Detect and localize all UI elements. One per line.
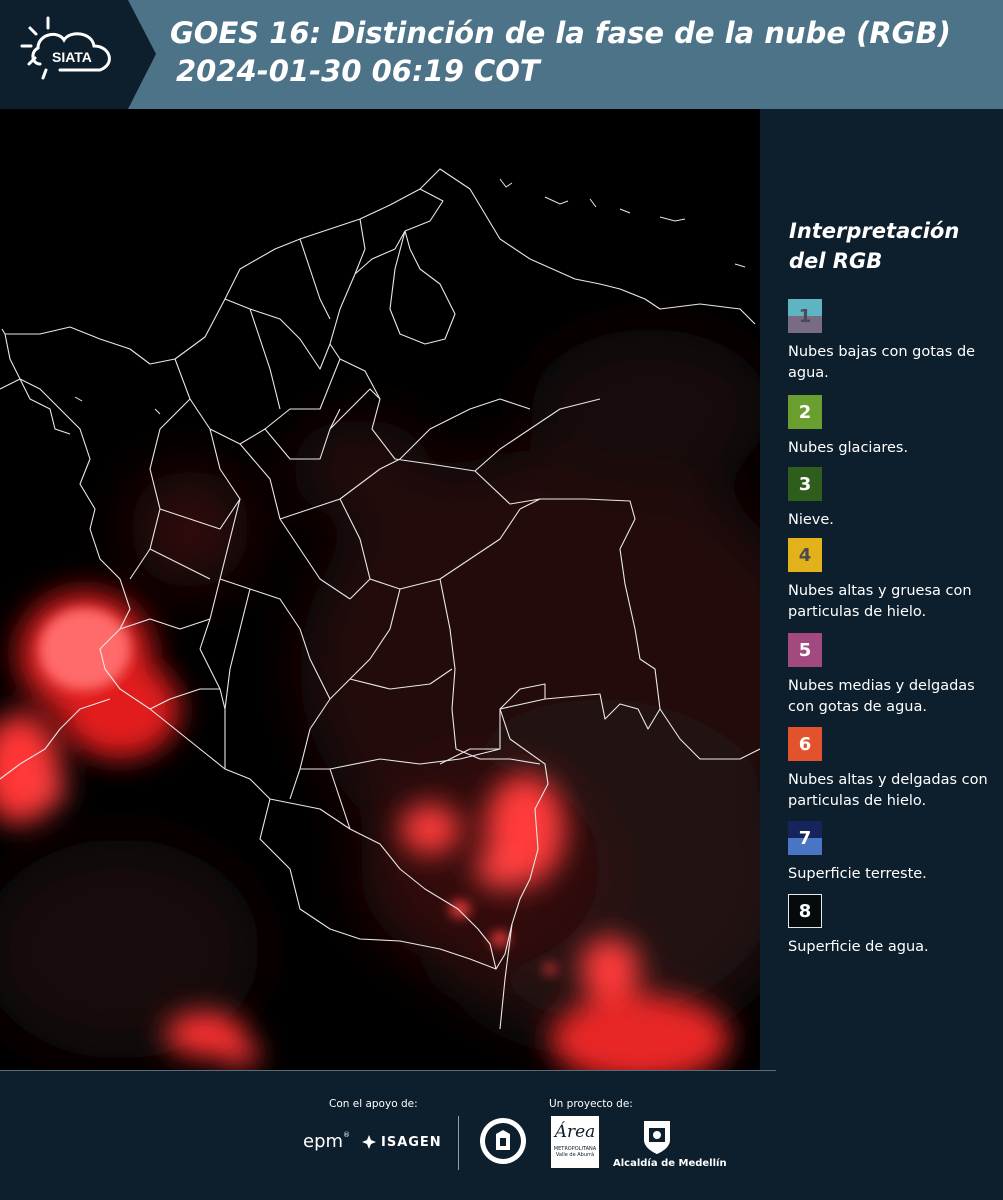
legend-number-1: 1 — [798, 305, 812, 327]
support-label: Con el apoyo de: — [329, 1098, 418, 1110]
footer-divider-line — [0, 1070, 776, 1071]
header-chevron — [120, 0, 156, 109]
legend-item-8: 8 Superficie de agua. — [788, 894, 998, 958]
legend-label-5: Nubes medias y delgadas con gotas de agu… — [788, 678, 975, 715]
legend-item-4: 4 Nubes altas y gruesa con particulas de… — [788, 538, 998, 623]
title-product: GOES 16: Distinción de la fase de la nub… — [170, 16, 951, 50]
area-metropolitana-logo: Área METROPOLITANA Valle de Aburrá — [551, 1116, 599, 1168]
legend-number-5: 5 — [798, 639, 812, 661]
siata-logo-text: SIATA — [52, 49, 92, 65]
legend-number-7: 7 — [798, 827, 812, 849]
title-datetime: 2024-01-30 06:19 COT — [176, 54, 540, 88]
legend-number-2: 2 — [798, 401, 812, 423]
isagen-logo: ISAGEN — [360, 1133, 442, 1151]
area-logo-text: Área — [554, 1122, 596, 1142]
legend-swatch-8: 8 — [788, 894, 822, 928]
legend-title: Interpretación del RGB — [789, 219, 960, 273]
alcaldia-logo-text: Alcaldía de Medellín — [613, 1158, 727, 1169]
legend-label-3: Nieve. — [788, 512, 834, 528]
alcaldia-shield-icon — [644, 1121, 670, 1154]
legend-panel: Interpretación del RGB 1 Nubes bajas con… — [760, 109, 1003, 1070]
legend-swatch-7: 7 — [788, 821, 822, 855]
legend-label-8: Superficie de agua. — [788, 939, 929, 955]
legend-item-2: 2 Nubes glaciares. — [788, 395, 998, 459]
project-label: Un proyecto de: — [549, 1098, 633, 1110]
legend-number-8: 8 — [798, 900, 812, 922]
footer-separator — [458, 1116, 459, 1170]
legend-number-4: 4 — [798, 544, 812, 566]
legend-label-4: Nubes altas y gruesa con particulas de h… — [788, 583, 972, 620]
satellite-map — [0, 109, 760, 1070]
legend-swatch-1: 1 — [788, 299, 822, 333]
legend-label-1: Nubes bajas con gotas de agua. — [788, 344, 976, 381]
legend-swatch-5: 5 — [788, 633, 822, 667]
area-logo-subtext: METROPOLITANA Valle de Aburrá — [553, 1146, 597, 1158]
epm-logo: epm® — [303, 1131, 351, 1152]
legend-item-7: 7 Superficie terreste. — [788, 821, 998, 885]
footer: Con el apoyo de: Un proyecto de: epm® IS… — [0, 1070, 1003, 1200]
legend-item-3: 3 Nieve. — [788, 467, 998, 531]
isagen-logo-text: ISAGEN — [381, 1134, 442, 1150]
university-seal-icon — [480, 1118, 526, 1164]
rgb-composite-image — [0, 109, 760, 1070]
siata-logo-panel: SIATA — [0, 0, 128, 109]
legend-item-6: 6 Nubes altas y delgadas con particulas … — [788, 727, 998, 812]
legend-label-2: Nubes glaciares. — [788, 440, 909, 456]
legend-swatch-2: 2 — [788, 395, 822, 429]
page-title: GOES 16: Distinción de la fase de la nub… — [170, 14, 951, 90]
legend-label-7: Superficie terreste. — [788, 866, 927, 882]
legend-label-6: Nubes altas y delgadas con particulas de… — [788, 772, 988, 809]
header-bar: SIATA GOES 16: Distinción de la fase de … — [0, 0, 1003, 109]
legend-number-3: 3 — [798, 473, 812, 495]
siata-logo: SIATA — [20, 16, 111, 80]
isagen-icon — [362, 1135, 376, 1149]
legend-swatch-3: 3 — [788, 467, 822, 501]
legend-swatch-4: 4 — [788, 538, 822, 572]
legend-item-5: 5 Nubes medias y delgadas con gotas de a… — [788, 633, 998, 718]
legend-swatch-6: 6 — [788, 727, 822, 761]
legend-number-6: 6 — [798, 733, 812, 755]
legend-item-1: 1 Nubes bajas con gotas de agua. — [788, 299, 998, 384]
epm-logo-text: epm — [303, 1131, 344, 1152]
